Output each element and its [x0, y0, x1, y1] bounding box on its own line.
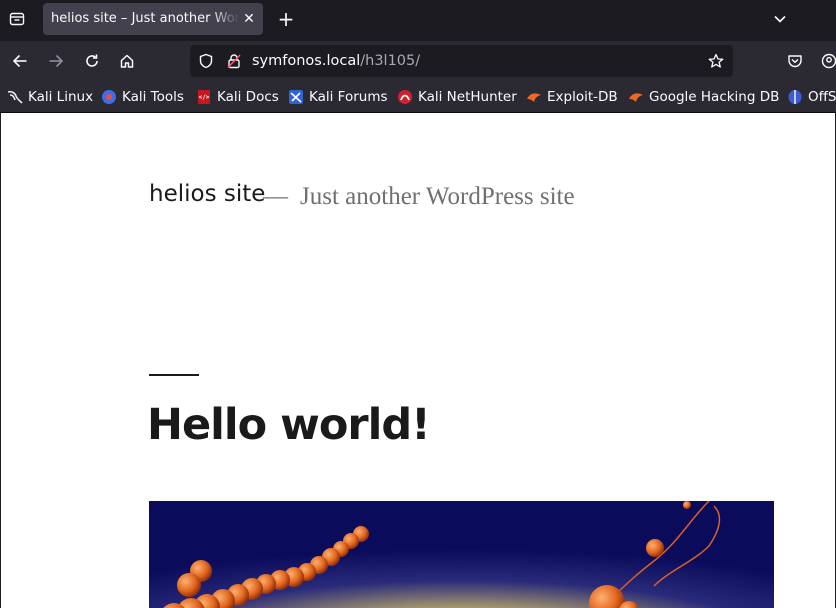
kali-tools-icon [101, 89, 117, 105]
tab-title: helios site – Just another WordPress sit… [51, 11, 239, 26]
bookmark-kali-nethunter[interactable]: Kali NetHunter [397, 87, 517, 107]
featured-image-artwork [149, 501, 774, 608]
kali-docs-icon: </> [196, 89, 212, 105]
title-separator: — [263, 183, 288, 210]
bookmark-kali-tools[interactable]: Kali Tools [101, 87, 184, 107]
nethunter-icon [397, 89, 413, 105]
bookmark-label: Kali Tools [122, 89, 184, 105]
bookmark-kali-linux[interactable]: Kali Linux [7, 87, 93, 107]
bookmark-label: Kali NetHunter [418, 89, 517, 105]
star-bookmark-icon[interactable] [708, 53, 724, 69]
url-host: symfonos.local [252, 53, 361, 69]
bookmark-label: Kali Linux [28, 89, 94, 105]
bookmark-label: Google Hacking DB [649, 89, 780, 105]
close-icon[interactable]: ✕ [241, 11, 257, 27]
post-separator-rule [149, 374, 199, 376]
navigation-toolbar: symfonos.local/h3l105/ [0, 41, 836, 81]
offsec-icon [787, 89, 803, 105]
bookmark-kali-docs[interactable]: </> Kali Docs [196, 87, 279, 107]
bookmark-offsec[interactable]: OffS [787, 87, 836, 107]
bookmark-label: Exploit-DB [547, 89, 618, 105]
bookmark-label: Kali Forums [309, 89, 388, 105]
new-tab-plus-icon[interactable]: + [275, 8, 297, 30]
featured-image[interactable] [149, 501, 774, 608]
bookmark-label: Kali Docs [217, 89, 279, 105]
post-title[interactable]: Hello world! [147, 400, 431, 450]
svg-text:</>: </> [199, 94, 210, 101]
url-bar[interactable]: symfonos.local/h3l105/ [190, 45, 733, 77]
bookmark-kali-forums[interactable]: Kali Forums [288, 87, 388, 107]
bookmark-exploit-db[interactable]: Exploit-DB [526, 87, 618, 107]
site-description: Just another WordPress site [300, 183, 575, 210]
exploit-db-icon [628, 89, 644, 105]
bookmarks-toolbar: Kali Linux Kali Tools </> Kali Docs Kali… [0, 81, 836, 113]
kali-dragon-icon [7, 89, 23, 105]
insecure-lock-icon[interactable] [226, 53, 242, 69]
account-icon[interactable] [818, 50, 836, 72]
forward-arrow-icon[interactable] [45, 50, 67, 72]
tab-list-icon[interactable] [6, 8, 28, 30]
back-arrow-icon[interactable] [9, 50, 31, 72]
chevron-down-icon[interactable] [769, 8, 791, 30]
bookmark-google-hacking-db[interactable]: Google Hacking DB [628, 87, 779, 107]
shield-icon[interactable] [198, 53, 214, 69]
tab-strip: helios site – Just another WordPress sit… [0, 0, 836, 41]
tab-active[interactable]: helios site – Just another WordPress sit… [43, 3, 263, 35]
reload-icon[interactable] [81, 50, 103, 72]
site-title-link[interactable]: helios site [149, 181, 265, 207]
home-icon[interactable] [116, 50, 138, 72]
pocket-icon[interactable] [784, 50, 806, 72]
kali-forums-icon [288, 89, 304, 105]
bookmark-label: OffS [808, 89, 836, 105]
url-text[interactable]: symfonos.local/h3l105/ [252, 53, 420, 69]
url-path: /h3l105/ [360, 53, 421, 69]
exploit-db-icon [526, 89, 542, 105]
page-content: helios site — Just another WordPress sit… [1, 113, 835, 608]
